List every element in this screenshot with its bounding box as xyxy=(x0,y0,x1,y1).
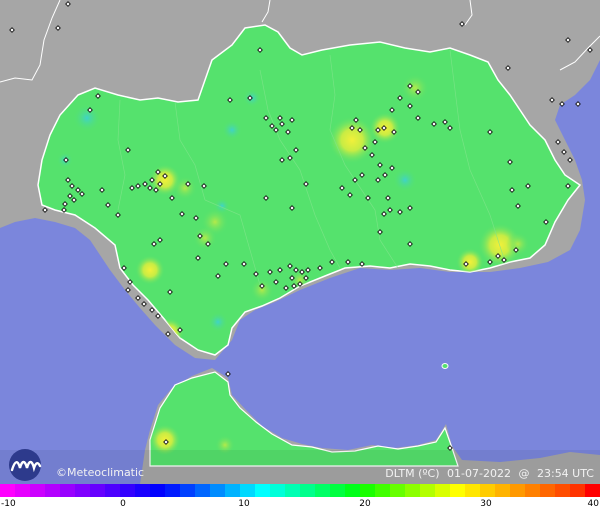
color-scale-ticks: -10 0 10 20 30 40 xyxy=(0,497,600,517)
color-scale-step xyxy=(180,484,195,497)
color-scale-step xyxy=(420,484,435,497)
at-symbol: @ xyxy=(518,467,530,480)
color-scale-step xyxy=(270,484,285,497)
color-scale-step xyxy=(0,484,15,497)
color-scale-bar xyxy=(0,484,600,497)
color-scale-step xyxy=(75,484,90,497)
color-scale-step xyxy=(510,484,525,497)
color-scale-step xyxy=(240,484,255,497)
variable-label: DLTM (ºC) xyxy=(385,467,440,480)
color-scale-step xyxy=(495,484,510,497)
color-scale-step xyxy=(330,484,345,497)
color-scale-step xyxy=(45,484,60,497)
color-scale-step xyxy=(15,484,30,497)
meteoclimatic-logo-icon xyxy=(9,449,42,481)
color-scale-step xyxy=(480,484,495,497)
color-scale-step xyxy=(390,484,405,497)
map-info: DLTM (ºC) 01-07-2022 @ 23:54 UTC xyxy=(381,467,594,480)
map-container: ©Meteoclimatic DLTM (ºC) 01-07-2022 @ 23… xyxy=(0,0,600,517)
temperature-map xyxy=(0,0,600,484)
color-scale-step xyxy=(150,484,165,497)
color-scale-step xyxy=(225,484,240,497)
color-scale-step xyxy=(540,484,555,497)
color-scale-step xyxy=(30,484,45,497)
color-scale-step xyxy=(360,484,375,497)
color-scale-step xyxy=(60,484,75,497)
brand-area: ©Meteoclimatic xyxy=(6,448,156,484)
color-scale-step xyxy=(435,484,450,497)
color-scale-step xyxy=(90,484,105,497)
color-scale-step xyxy=(105,484,120,497)
color-scale-step xyxy=(300,484,315,497)
color-scale-step xyxy=(555,484,570,497)
date-label: 01-07-2022 xyxy=(447,467,511,480)
copyright-symbol: © xyxy=(56,466,67,479)
color-scale-tick-label: 20 xyxy=(359,499,371,509)
color-scale-tick-label: 10 xyxy=(238,499,250,509)
color-scale-step xyxy=(345,484,360,497)
color-scale-step xyxy=(285,484,300,497)
island xyxy=(441,363,449,369)
color-scale-tick-label: 0 xyxy=(120,499,126,509)
color-scale-tick-label: 30 xyxy=(480,499,492,509)
color-scale-step xyxy=(255,484,270,497)
brand-name: Meteoclimatic xyxy=(67,466,145,479)
color-scale-step xyxy=(570,484,585,497)
color-scale-step xyxy=(315,484,330,497)
time-label: 23:54 UTC xyxy=(536,467,594,480)
color-scale-step xyxy=(135,484,150,497)
color-scale-step xyxy=(525,484,540,497)
brand-label: ©Meteoclimatic xyxy=(56,466,144,479)
color-scale-step xyxy=(165,484,180,497)
color-scale-step xyxy=(450,484,465,497)
color-scale-tick-label: 40 xyxy=(587,499,599,509)
color-scale-step xyxy=(195,484,210,497)
color-scale-tick-label: -10 xyxy=(1,499,16,509)
color-scale-step xyxy=(210,484,225,497)
color-scale-step xyxy=(375,484,390,497)
color-scale-step xyxy=(405,484,420,497)
color-scale-step xyxy=(465,484,480,497)
color-scale-step xyxy=(120,484,135,497)
color-scale-step xyxy=(585,484,600,497)
